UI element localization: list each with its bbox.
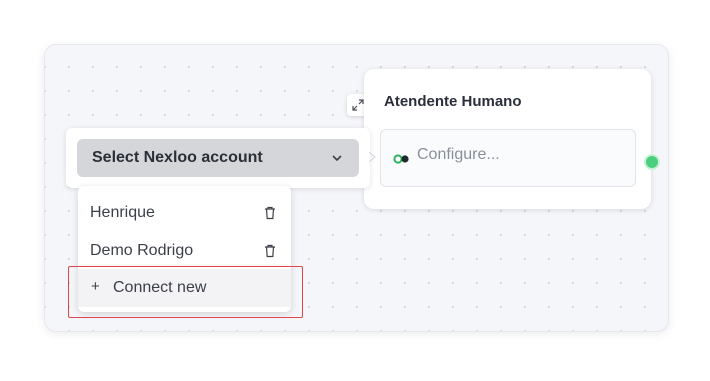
trash-icon[interactable] (264, 206, 276, 220)
connector-notch (369, 152, 376, 162)
configure-field[interactable]: Configure... (380, 129, 636, 187)
account-label: Demo Rodrigo (90, 242, 194, 259)
node-card[interactable]: Atendente Humano Configure... (364, 69, 651, 209)
node-title: Atendente Humano (384, 93, 522, 110)
account-label: Henrique (90, 204, 155, 221)
expand-icon (352, 99, 364, 111)
highlight-box (68, 266, 303, 318)
account-select-button[interactable]: Select Nexloo account (77, 139, 359, 177)
list-item[interactable]: Demo Rodrigo (78, 232, 291, 270)
list-item[interactable]: Henrique (78, 194, 291, 232)
trash-icon[interactable] (264, 244, 276, 258)
output-handle[interactable] (646, 156, 658, 168)
configure-placeholder: Configure... (417, 146, 500, 163)
link-icon (393, 154, 409, 164)
select-label: Select Nexloo account (92, 149, 263, 166)
account-select-panel: Select Nexloo account (66, 128, 370, 188)
chevron-down-icon (332, 155, 342, 162)
